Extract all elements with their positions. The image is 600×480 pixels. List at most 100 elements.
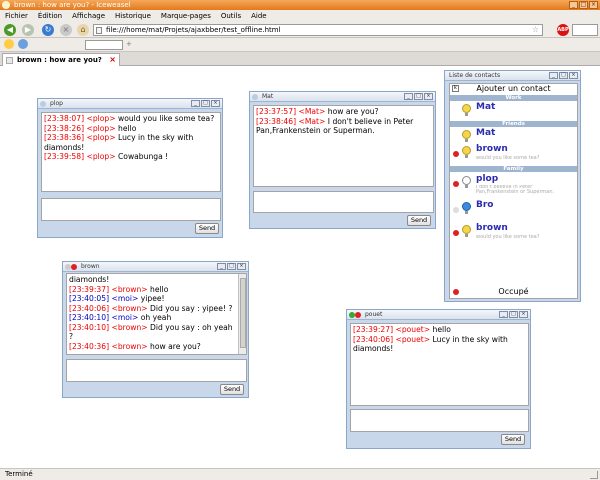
tab-close-icon[interactable]: ×	[109, 54, 116, 66]
my-status-label: Occupé	[498, 287, 529, 296]
group-header-family[interactable]: Family	[450, 166, 577, 172]
zoom-plus-icon[interactable]: +	[126, 40, 132, 48]
send-button[interactable]: Send	[195, 223, 219, 234]
user-icon	[462, 202, 471, 214]
offline-status-icon	[453, 207, 459, 213]
send-button[interactable]: Send	[501, 434, 525, 445]
chat-message: [23:40:06] <brown> Did you say : yipee! …	[69, 303, 233, 313]
menu-marque-pages[interactable]: Marque-pages	[161, 10, 211, 22]
chat-window-pouet[interactable]: pouet _ □ × [23:39:27] <pouet> hello [23:4…	[346, 309, 531, 449]
chat-window-icon	[40, 101, 46, 107]
bookmark-star-icon[interactable]: ☆	[532, 25, 539, 35]
chat-window-plop[interactable]: plop _ □ × [23:38:07] <plop> would you lik…	[37, 98, 223, 238]
group-header-work[interactable]: Work	[450, 95, 577, 101]
chat-message: [23:39:37] <brown> hello	[69, 284, 169, 294]
search-input[interactable]	[572, 24, 598, 36]
minimize-icon[interactable]: _	[217, 263, 226, 270]
close-icon[interactable]: ×	[237, 263, 246, 270]
stop-icon[interactable]: ×	[60, 24, 72, 36]
chat-title-bar[interactable]: plop _ □ ×	[38, 99, 222, 109]
contact-item[interactable]: Bro	[453, 200, 575, 220]
star-icon[interactable]	[4, 39, 14, 49]
contact-item[interactable]: plop I don't believe in Peter Pan,Franke…	[453, 174, 575, 195]
tab-page-icon	[6, 57, 13, 64]
back-icon[interactable]: ◀	[4, 24, 16, 36]
minimize-icon[interactable]: _	[549, 72, 558, 79]
zoom-input[interactable]	[85, 40, 123, 50]
contact-item[interactable]: brown would you like some tea?	[453, 144, 575, 164]
close-icon[interactable]: ×	[519, 311, 528, 318]
home-icon[interactable]: ⌂	[77, 24, 89, 36]
page-icon	[96, 27, 102, 34]
menu-fichier[interactable]: Fichier	[5, 10, 28, 22]
chat-messages: diamonds! [23:39:37] <brown> hello [23:4…	[66, 273, 247, 355]
chat-title: pouet	[365, 311, 383, 318]
chat-messages: [23:38:07] <plop> would you like some te…	[41, 112, 221, 192]
contact-list-window[interactable]: Liste de contacts _ □ × k Ajouter un conta…	[444, 70, 581, 302]
chat-message: [23:37:57] <Mat> how are you?	[256, 107, 379, 116]
tab-bar: brown : how are you? ×	[0, 52, 600, 66]
resize-grip-icon[interactable]	[590, 471, 598, 479]
menu-aide[interactable]: Aide	[251, 10, 266, 22]
adblock-icon[interactable]: ABP	[557, 24, 569, 36]
maximize-icon[interactable]: □	[509, 311, 518, 318]
chat-scrollbar[interactable]	[238, 274, 246, 354]
chat-message: [23:40:06] <pouet> Lucy in the sky with …	[353, 334, 508, 354]
contact-item[interactable]: Mat	[453, 102, 575, 122]
tab-label: brown : how are you?	[17, 56, 102, 64]
window-title-bar: brown : how are you? - Iceweasel _ □ ×	[0, 0, 600, 10]
window-title: brown : how are you? - Iceweasel	[14, 1, 131, 9]
forward-icon[interactable]: ▶	[22, 24, 34, 36]
available-bulb-icon	[462, 225, 471, 237]
reload-icon[interactable]: ↻	[42, 24, 54, 36]
send-button[interactable]: Send	[407, 215, 431, 226]
menu-historique[interactable]: Historique	[115, 10, 151, 22]
chat-window-mat[interactable]: Mat _ □ × [23:37:57] <Mat> how are you? [2…	[249, 91, 436, 229]
chat-message: [23:38:36] <plop> Lucy in the sky with d…	[44, 133, 194, 152]
busy-status-icon	[453, 230, 459, 236]
chat-input[interactable]	[41, 198, 221, 221]
available-bulb-icon	[462, 104, 471, 116]
maximize-icon[interactable]: □	[227, 263, 236, 270]
close-icon[interactable]: ×	[211, 100, 220, 107]
chat-window-icon	[252, 94, 258, 100]
maximize-icon[interactable]: □	[559, 72, 568, 79]
busy-status-icon	[453, 181, 459, 187]
chat-message: [23:38:46] <Mat> I don't believe in Pete…	[256, 116, 414, 136]
minimize-icon[interactable]: _	[404, 93, 413, 100]
minimize-icon[interactable]: _	[191, 100, 200, 107]
chat-title-bar[interactable]: Mat _ □ ×	[250, 92, 435, 102]
scrollbar-thumb[interactable]	[240, 278, 246, 348]
minimize-icon[interactable]: _	[499, 311, 508, 318]
add-contact-button[interactable]: k Ajouter un contact	[450, 84, 577, 94]
busy-status-icon	[453, 289, 459, 295]
chat-message: [23:39:27] <pouet> hello	[353, 325, 451, 334]
chat-input[interactable]	[253, 191, 434, 213]
maximize-icon[interactable]: □	[579, 1, 588, 9]
my-status-selector[interactable]: Occupé	[450, 286, 577, 298]
tab-active[interactable]: brown : how are you? ×	[2, 53, 120, 66]
contact-list-title-bar[interactable]: Liste de contacts _ □ ×	[445, 71, 580, 81]
menu-edition[interactable]: Édition	[38, 10, 62, 22]
chat-window-brown[interactable]: brown _ □ × diamonds! [23:39:37] <brown> h…	[62, 261, 249, 398]
chat-input[interactable]	[66, 359, 247, 382]
chat-input[interactable]	[350, 409, 529, 432]
minimize-icon[interactable]: _	[569, 1, 578, 9]
send-button[interactable]: Send	[220, 384, 244, 395]
chat-title-bar[interactable]: pouet _ □ ×	[347, 310, 530, 320]
menu-outils[interactable]: Outils	[221, 10, 241, 22]
group-header-friends[interactable]: Friends	[450, 121, 577, 127]
menu-affichage[interactable]: Affichage	[72, 10, 105, 22]
close-icon[interactable]: ×	[569, 72, 578, 79]
close-icon[interactable]: ×	[589, 1, 598, 9]
chat-message: [23:40:10] <moi> oh yeah	[69, 313, 172, 322]
add-contact-label: Ajouter un contact	[476, 84, 551, 93]
maximize-icon[interactable]: □	[201, 100, 210, 107]
chat-title-bar[interactable]: brown _ □ ×	[63, 262, 248, 272]
close-icon[interactable]: ×	[424, 93, 433, 100]
maximize-icon[interactable]: □	[414, 93, 423, 100]
available-bulb-icon	[462, 130, 471, 142]
url-field[interactable]: file:///home/mat/Projets/ajaxbber/test_o…	[93, 24, 543, 36]
contact-item[interactable]: brown would you like some tea?	[453, 223, 575, 243]
arrow-icon[interactable]	[18, 39, 28, 49]
